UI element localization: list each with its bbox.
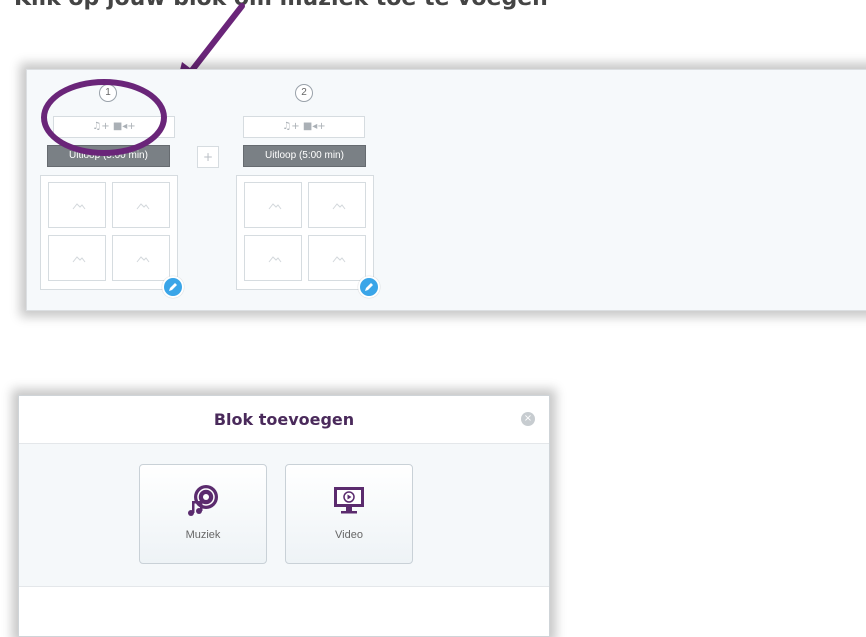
- edit-block-button[interactable]: [162, 276, 184, 298]
- block-2: 2 ♫+ ■◂+ Uitloop (5:00 min): [223, 70, 380, 310]
- add-block-dialog: Blok toevoegen × Muziek Video: [18, 395, 550, 637]
- image-placeholder-icon: [332, 256, 346, 263]
- highlight-circle: [41, 79, 167, 156]
- uitloop-button[interactable]: Uitloop (5:00 min): [243, 145, 366, 167]
- option-muziek[interactable]: Muziek: [139, 464, 267, 564]
- pencil-icon: [169, 283, 177, 291]
- photo-placeholder[interactable]: [308, 235, 366, 281]
- photo-grid[interactable]: [236, 175, 374, 290]
- image-placeholder-icon: [268, 256, 282, 263]
- image-placeholder-icon: [268, 203, 282, 210]
- image-placeholder-icon: [332, 203, 346, 210]
- pencil-icon: [365, 283, 373, 291]
- photo-placeholder[interactable]: [244, 182, 302, 228]
- dialog-title: Blok toevoegen: [213, 410, 355, 429]
- edit-block-button[interactable]: [358, 276, 380, 298]
- photo-placeholder[interactable]: [48, 182, 106, 228]
- image-placeholder-icon: [72, 203, 86, 210]
- add-media-button[interactable]: ♫+ ■◂+: [243, 116, 365, 138]
- video-monitor-icon: [334, 487, 364, 514]
- close-icon[interactable]: ×: [521, 412, 535, 426]
- photo-placeholder[interactable]: [308, 182, 366, 228]
- image-placeholder-icon: [72, 256, 86, 263]
- instruction-caption: Klik op jouw blok om muziek toe te voege…: [14, 0, 548, 11]
- dialog-header: Blok toevoegen ×: [19, 396, 549, 444]
- option-label: Video: [335, 529, 363, 541]
- image-placeholder-icon: [136, 203, 150, 210]
- photo-placeholder[interactable]: [244, 235, 302, 281]
- photo-placeholder[interactable]: [112, 182, 170, 228]
- image-placeholder-icon: [136, 256, 150, 263]
- block-number: 2: [295, 84, 313, 102]
- dialog-body: Muziek Video: [19, 444, 549, 587]
- option-video[interactable]: Video: [285, 464, 413, 564]
- option-label: Muziek: [185, 529, 221, 541]
- music-disc-icon: [188, 485, 218, 516]
- photo-grid[interactable]: [40, 175, 178, 290]
- add-block-button[interactable]: +: [197, 146, 219, 168]
- photo-placeholder[interactable]: [112, 235, 170, 281]
- photo-placeholder[interactable]: [48, 235, 106, 281]
